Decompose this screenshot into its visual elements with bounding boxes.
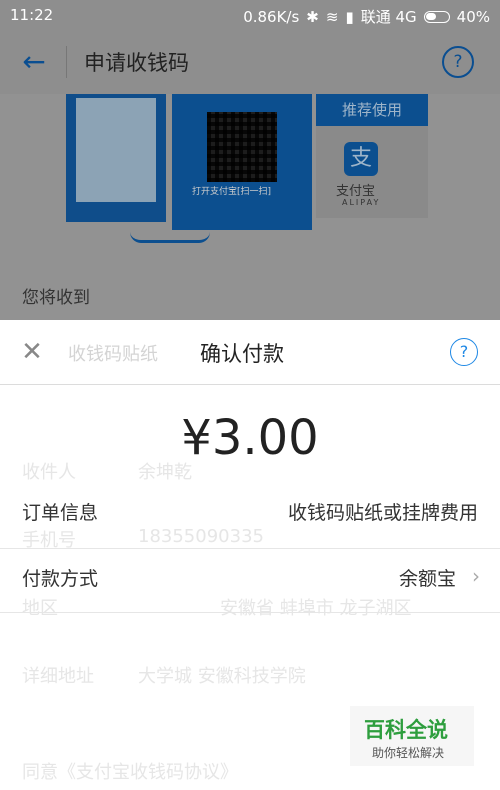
wifi-icon: ≋ bbox=[325, 7, 339, 26]
banner-card-qr: 打开支付宝[扫一扫] bbox=[172, 94, 312, 230]
back-arrow-icon[interactable]: ← bbox=[18, 46, 50, 78]
receive-label: 您将收到 bbox=[22, 288, 90, 308]
signal-icon: ▮ bbox=[345, 7, 354, 26]
network-speed: 0.86K/s bbox=[243, 7, 300, 26]
page-title: 申请收钱码 bbox=[84, 51, 189, 75]
banner-recommend-label: 推荐使用 bbox=[316, 94, 428, 126]
lanyard-graphic bbox=[130, 232, 210, 243]
alipay-logo-text: 支付宝 bbox=[336, 184, 376, 199]
payment-amount: ¥3.00 bbox=[181, 410, 319, 466]
qr-caption: 打开支付宝[扫一扫] bbox=[192, 187, 272, 197]
help-icon[interactable]: ? bbox=[450, 338, 478, 366]
background-page: 打开支付宝[扫一扫] 推荐使用 支 支付宝 ALIPAY 您将收到 bbox=[0, 94, 500, 320]
ghost-field-label: 详细地址 bbox=[22, 666, 94, 687]
watermark-logo: 百科全说 助你轻松解决 bbox=[350, 706, 474, 766]
carrier-label: 联通 4G bbox=[360, 8, 417, 26]
divider bbox=[0, 612, 500, 613]
alipay-logo-sub: ALIPAY bbox=[342, 198, 381, 207]
battery-percent: 40% bbox=[456, 7, 490, 26]
app-bar: ← 申请收钱码 ? bbox=[0, 30, 500, 94]
close-icon[interactable]: ✕ bbox=[18, 338, 46, 366]
qr-code-image bbox=[207, 112, 277, 182]
order-info-row: 订单信息 收钱码贴纸或挂牌费用 bbox=[0, 482, 500, 546]
sheet-title: 确认付款 bbox=[200, 342, 284, 366]
order-info-label: 订单信息 bbox=[22, 502, 99, 524]
app-bar-divider bbox=[66, 46, 67, 78]
chevron-right-icon: › bbox=[472, 564, 480, 588]
ghost-field-value: 大学城 安徽科技学院 bbox=[138, 666, 306, 687]
ghost-item-text: 收钱码贴纸 bbox=[68, 344, 158, 365]
watermark-subtitle: 助你轻松解决 bbox=[372, 746, 445, 760]
payment-method-value: 余额宝 bbox=[398, 568, 456, 590]
payment-method-label: 付款方式 bbox=[22, 568, 99, 590]
bluetooth-icon: ✱ bbox=[306, 7, 319, 26]
alipay-logo-icon: 支 bbox=[344, 142, 378, 176]
status-time: 11:22 bbox=[10, 6, 54, 24]
banner-card-poster bbox=[66, 94, 166, 222]
payment-method-row[interactable]: 付款方式 余额宝 › bbox=[0, 548, 500, 612]
product-banner: 打开支付宝[扫一扫] 推荐使用 支 支付宝 ALIPAY bbox=[66, 94, 432, 243]
ghost-footer: 同意《支付宝收钱码协议》 bbox=[22, 762, 238, 783]
status-right: 0.86K/s ✱ ≋ ▮ 联通 4G 40% bbox=[243, 6, 490, 27]
banner-card-logo: 推荐使用 支 支付宝 ALIPAY bbox=[316, 94, 428, 218]
status-bar: 11:22 0.86K/s ✱ ≋ ▮ 联通 4G 40% bbox=[0, 0, 500, 30]
help-icon[interactable]: ? bbox=[442, 46, 474, 78]
watermark-title: 百科全说 bbox=[364, 718, 448, 742]
sheet-header: ✕ 收钱码贴纸 确认付款 ? bbox=[0, 320, 500, 385]
order-info-value: 收钱码贴纸或挂牌费用 bbox=[287, 502, 478, 524]
battery-icon bbox=[423, 10, 450, 23]
